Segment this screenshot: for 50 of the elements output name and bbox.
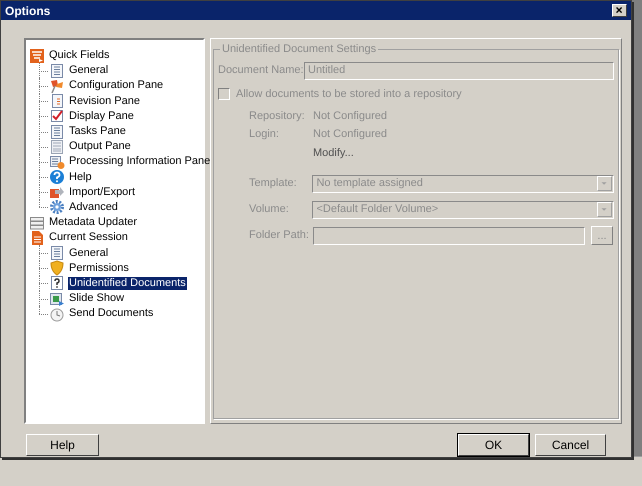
group-title: Unidentified Document Settings	[220, 43, 378, 56]
tree-item[interactable]: Unidentified Documents	[68, 276, 187, 290]
tree-item[interactable]: Processing Information Pane	[68, 155, 212, 168]
slide-icon	[49, 290, 65, 307]
tree-item[interactable]: Output Pane	[68, 140, 132, 154]
processing-icon	[49, 154, 65, 170]
field-label: Template:	[249, 176, 298, 192]
cancel-button[interactable]: Cancel	[535, 434, 606, 456]
question-icon	[49, 275, 65, 292]
tree-item[interactable]: Current Session	[48, 231, 129, 244]
info-value: Not Configured	[313, 109, 387, 121]
window-title: Options	[5, 2, 50, 20]
close-icon[interactable]	[612, 4, 627, 17]
output-icon	[49, 138, 65, 155]
tree-item[interactable]: Send Documents	[68, 307, 154, 320]
tree-item[interactable]: Configuration Pane	[68, 79, 164, 92]
page-icon	[49, 245, 65, 262]
tree-item[interactable]: Revision Pane	[68, 94, 141, 108]
info-value: Not Configured	[313, 127, 387, 139]
lines-icon	[29, 48, 45, 64]
checkbox-icon	[49, 108, 65, 124]
gear-icon	[49, 199, 65, 216]
help-icon	[49, 169, 65, 186]
tree-item[interactable]: Slide Show	[68, 292, 126, 306]
tree-item[interactable]: Tasks Pane	[68, 125, 127, 138]
tree-item[interactable]: General	[68, 246, 110, 260]
info-label: Repository:	[249, 109, 306, 121]
tree-item[interactable]: Metadata Updater	[48, 216, 138, 230]
page-icon	[49, 124, 65, 140]
page-icon	[49, 62, 65, 79]
checkbox-label: Allow documents to be stored into a repository	[236, 86, 462, 102]
layers-icon	[29, 214, 45, 231]
field-label: Folder Path:	[249, 228, 310, 244]
clock-icon	[49, 306, 65, 322]
tree-item[interactable]: Permissions	[68, 262, 130, 275]
pin-icon	[49, 78, 65, 94]
tree-item[interactable]: General	[68, 64, 110, 78]
shield-icon	[49, 260, 65, 276]
help-button[interactable]: Help	[26, 434, 99, 456]
document-icon	[29, 230, 45, 246]
document-icon	[49, 93, 65, 110]
tree-item[interactable]: Help	[68, 170, 93, 184]
field-label: Document Name:	[218, 63, 304, 78]
tree-item[interactable]: Display Pane	[68, 110, 135, 123]
info-label: Login:	[249, 127, 280, 139]
ok-button[interactable]: OK	[458, 434, 529, 456]
tree-item[interactable]: Quick Fields	[48, 49, 111, 62]
field-label: Volume:	[249, 202, 290, 218]
tree-item[interactable]: Advanced	[68, 200, 119, 214]
tree-item[interactable]: Import/Export	[68, 186, 136, 199]
